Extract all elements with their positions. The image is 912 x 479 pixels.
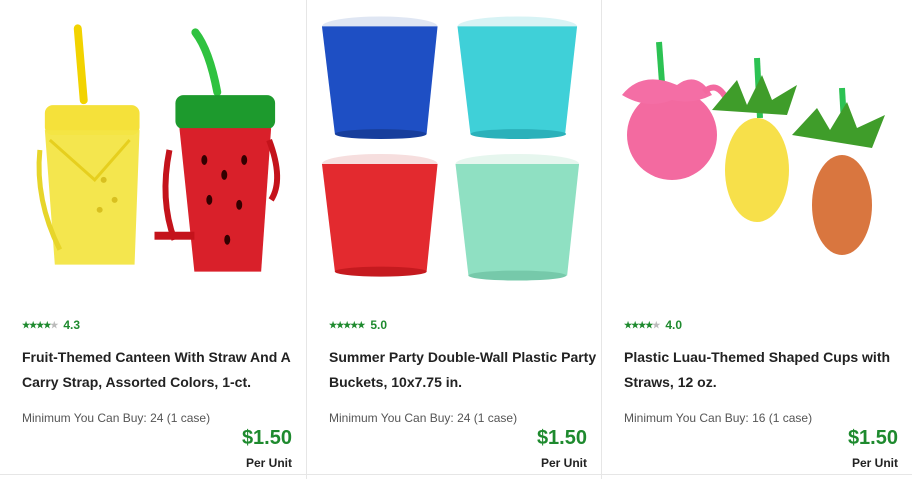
rating-value: 4.3 <box>63 318 81 332</box>
canteen-illustration <box>36 24 281 272</box>
per-unit-label: Per Unit <box>851 456 898 470</box>
star-rating-icon: ★★★★★ <box>22 319 58 330</box>
divider <box>307 474 601 475</box>
product-title[interactable]: Fruit-Themed Canteen With Straw And A Ca… <box>22 345 294 395</box>
product-title[interactable]: Summer Party Double-Wall Plastic Party B… <box>329 345 601 395</box>
product-card-canteen[interactable]: ★★★★★ 4.3 Fruit-Themed Canteen With Stra… <box>0 0 307 479</box>
product-image-buckets[interactable] <box>307 0 601 300</box>
minimum-buy: Minimum You Can Buy: 24 (1 case) <box>329 411 518 425</box>
product-grid: ★★★★★ 4.3 Fruit-Themed Canteen With Stra… <box>0 0 912 479</box>
product-card-luau-cups[interactable]: ★★★★★ 4.0 Plastic Luau-Themed Shaped Cup… <box>602 0 912 479</box>
price: $1.50 <box>847 427 898 449</box>
rating-value: 4.0 <box>665 318 683 332</box>
rating: ★★★★★ 5.0 <box>329 318 387 332</box>
luau-cups-illustration <box>622 41 885 255</box>
divider <box>0 474 306 475</box>
product-image-luau-cups[interactable] <box>602 0 912 300</box>
rating: ★★★★★ 4.0 <box>624 318 682 332</box>
rating-value: 5.0 <box>370 318 388 332</box>
star-rating-icon: ★★★★★ <box>624 319 660 330</box>
minimum-buy: Minimum You Can Buy: 24 (1 case) <box>22 411 211 425</box>
minimum-buy: Minimum You Can Buy: 16 (1 case) <box>624 411 813 425</box>
rating: ★★★★★ 4.3 <box>22 318 80 332</box>
buckets-illustration <box>321 16 580 281</box>
product-card-buckets[interactable]: ★★★★★ 5.0 Summer Party Double-Wall Plast… <box>307 0 602 479</box>
price: $1.50 <box>241 427 292 449</box>
divider <box>602 474 912 475</box>
star-rating-icon: ★★★★★ <box>329 319 365 330</box>
product-title[interactable]: Plastic Luau-Themed Shaped Cups with Str… <box>624 345 896 395</box>
per-unit-label: Per Unit <box>540 456 587 470</box>
per-unit-label: Per Unit <box>245 456 292 470</box>
product-image-canteen[interactable] <box>0 0 306 300</box>
price: $1.50 <box>536 427 587 449</box>
